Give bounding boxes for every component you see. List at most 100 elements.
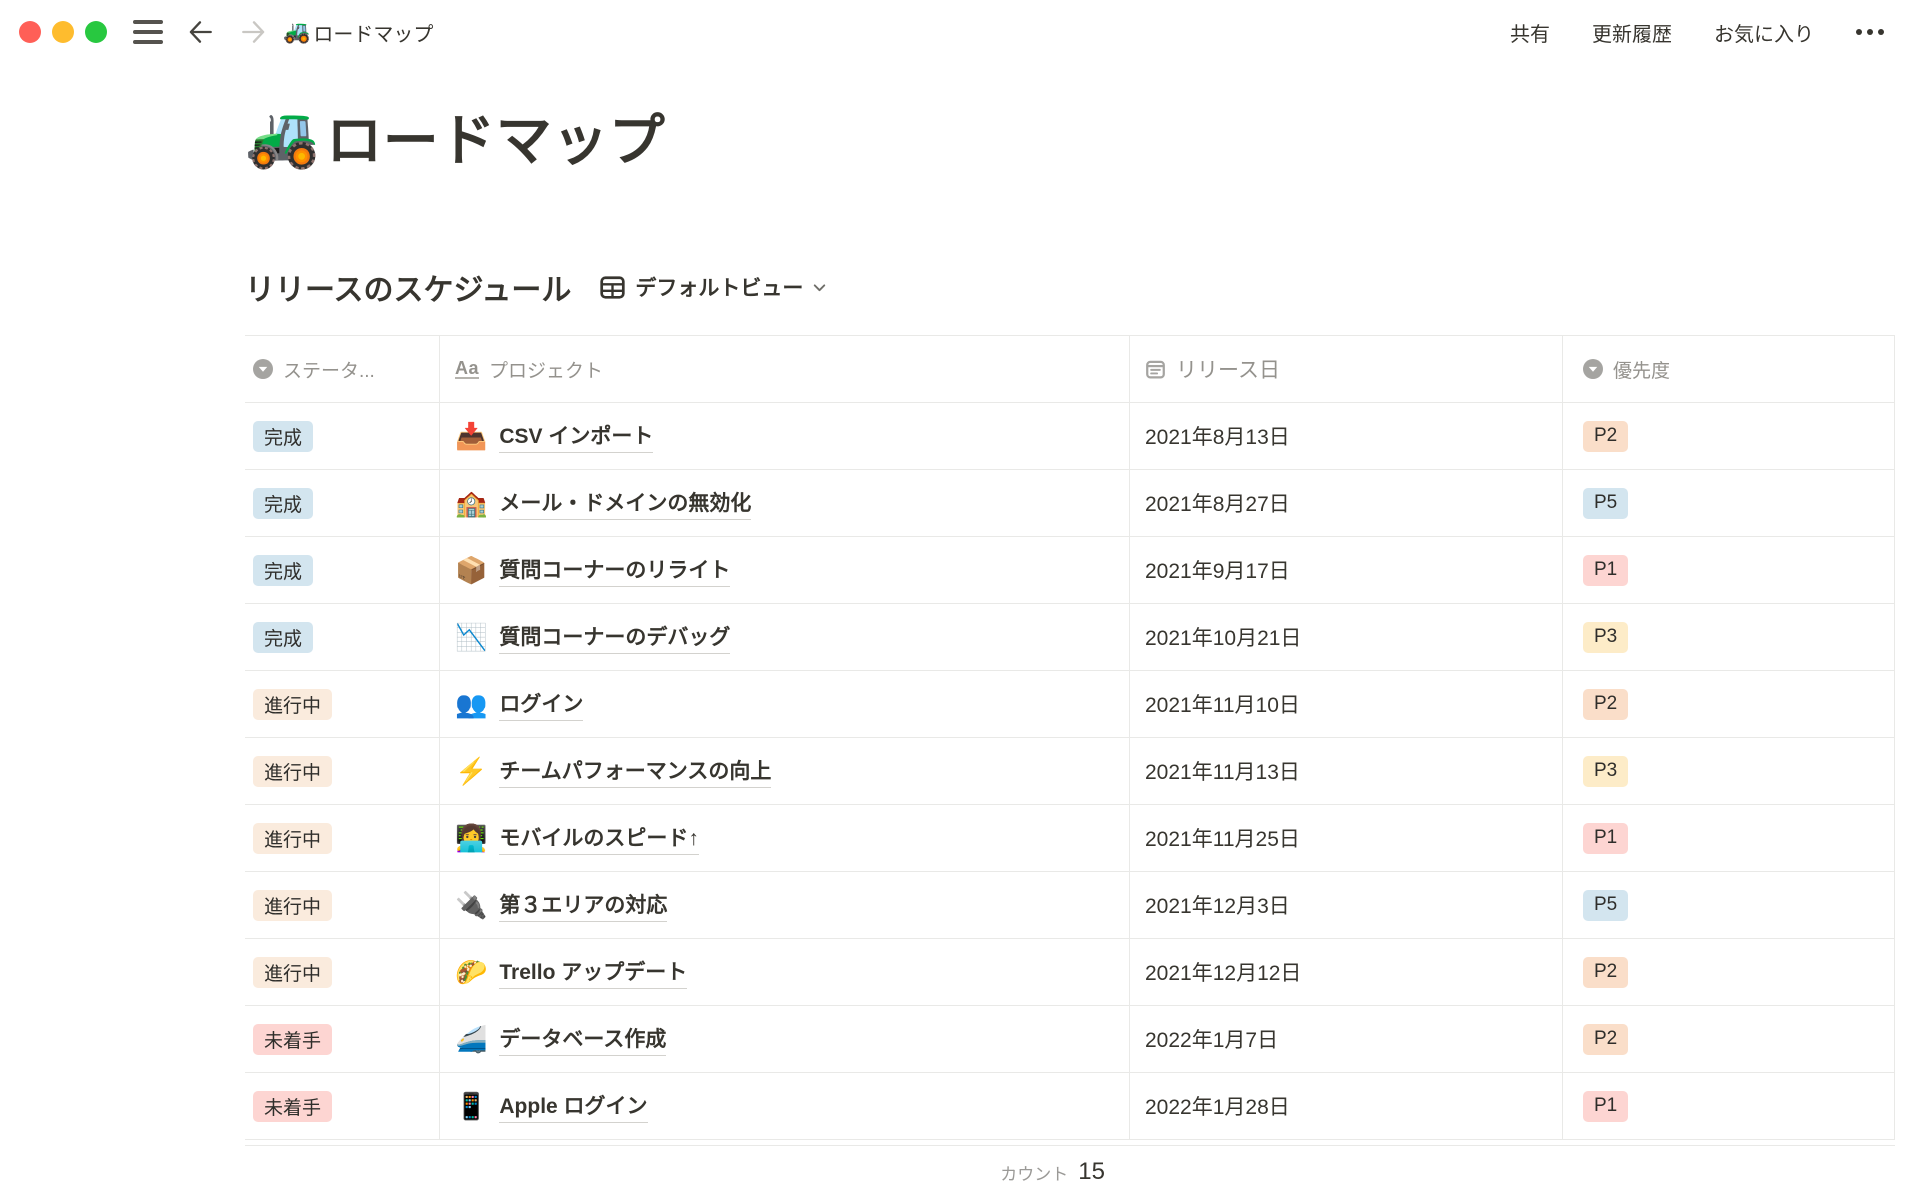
project-link[interactable]: Trello アップデート [499,956,687,989]
status-cell[interactable]: 未着手 [245,1073,440,1139]
project-link[interactable]: 質問コーナーのデバッグ [499,621,730,654]
back-arrow-icon[interactable] [183,15,217,49]
priority-tag[interactable]: P1 [1583,1091,1628,1122]
priority-tag[interactable]: P1 [1583,823,1628,854]
project-cell[interactable]: 📥CSV インポート [440,403,1130,469]
status-cell[interactable]: 完成 [245,537,440,603]
status-cell[interactable]: 未着手 [245,1006,440,1072]
release-date-cell[interactable]: 2021年8月13日 [1130,403,1563,469]
forward-arrow-icon[interactable] [237,15,271,49]
status-cell[interactable]: 進行中 [245,738,440,804]
column-header-release-date[interactable]: リリース日 [1130,336,1563,402]
project-cell[interactable]: ⚡チームパフォーマンスの向上 [440,738,1130,804]
priority-cell[interactable]: P3 [1563,738,1895,804]
column-header-priority[interactable]: 優先度 [1563,336,1895,402]
project-link[interactable]: チームパフォーマンスの向上 [499,755,771,788]
priority-tag[interactable]: P2 [1583,421,1628,452]
title-property-icon: Aa [455,359,479,380]
status-tag[interactable]: 進行中 [253,823,332,854]
release-date-cell[interactable]: 2021年10月21日 [1130,604,1563,670]
project-link[interactable]: Apple ログイン [499,1090,647,1123]
project-link[interactable]: ログイン [499,688,583,721]
project-cell[interactable]: 👩‍💻モバイルのスピード↑ [440,805,1130,871]
status-tag[interactable]: 完成 [253,622,313,653]
project-link[interactable]: モバイルのスピード↑ [499,822,699,855]
priority-tag[interactable]: P1 [1583,555,1628,586]
status-tag[interactable]: 未着手 [253,1091,332,1122]
priority-tag[interactable]: P5 [1583,488,1628,519]
favorite-button[interactable]: お気に入り [1714,18,1814,47]
priority-tag[interactable]: P2 [1583,957,1628,988]
page-emoji-icon[interactable]: 🚜 [245,107,320,167]
status-cell[interactable]: 進行中 [245,805,440,871]
release-date-cell[interactable]: 2021年11月13日 [1130,738,1563,804]
status-tag[interactable]: 進行中 [253,756,332,787]
release-date-cell[interactable]: 2021年11月25日 [1130,805,1563,871]
page-title-text[interactable]: ロードマップ [326,96,665,177]
priority-cell[interactable]: P1 [1563,537,1895,603]
project-link[interactable]: 質問コーナーのリライト [499,554,730,587]
project-link[interactable]: CSV インポート [499,420,653,453]
priority-tag[interactable]: P2 [1583,689,1628,720]
close-window-button[interactable] [19,21,41,43]
priority-cell[interactable]: P2 [1563,671,1895,737]
project-cell[interactable]: 📱Apple ログイン [440,1073,1130,1139]
status-tag[interactable]: 進行中 [253,689,332,720]
status-tag[interactable]: 完成 [253,421,313,452]
project-cell[interactable]: 🚄データベース作成 [440,1006,1130,1072]
priority-tag[interactable]: P2 [1583,1024,1628,1055]
priority-tag[interactable]: P3 [1583,622,1628,653]
status-cell[interactable]: 完成 [245,604,440,670]
release-date-cell[interactable]: 2021年12月3日 [1130,872,1563,938]
minimize-window-button[interactable] [52,21,74,43]
status-cell[interactable]: 進行中 [245,872,440,938]
more-options-icon[interactable] [1856,29,1884,35]
priority-cell[interactable]: P2 [1563,939,1895,1005]
database-title[interactable]: リリースのスケジュール [245,265,571,309]
status-cell[interactable]: 完成 [245,470,440,536]
release-date-cell[interactable]: 2021年12月12日 [1130,939,1563,1005]
priority-cell[interactable]: P2 [1563,403,1895,469]
project-cell[interactable]: 🌮Trello アップデート [440,939,1130,1005]
project-link[interactable]: メール・ドメインの無効化 [499,487,751,520]
project-link[interactable]: データベース作成 [499,1023,666,1056]
release-date-cell[interactable]: 2022年1月7日 [1130,1006,1563,1072]
priority-cell[interactable]: P5 [1563,872,1895,938]
project-link[interactable]: 第３エリアの対応 [499,889,667,922]
status-tag[interactable]: 進行中 [253,890,332,921]
priority-tag[interactable]: P3 [1583,756,1628,787]
project-cell[interactable]: 👥ログイン [440,671,1130,737]
status-cell[interactable]: 進行中 [245,939,440,1005]
project-cell[interactable]: 📦質問コーナーのリライト [440,537,1130,603]
status-cell[interactable]: 完成 [245,403,440,469]
column-header-project[interactable]: Aa プロジェクト [440,336,1130,402]
release-date-cell[interactable]: 2021年11月10日 [1130,671,1563,737]
count-calculation[interactable]: カウント 15 [440,1146,1130,1198]
status-tag[interactable]: 進行中 [253,957,332,988]
view-switcher[interactable]: デフォルトビュー [599,272,828,302]
release-date-cell[interactable]: 2021年8月27日 [1130,470,1563,536]
priority-cell[interactable]: P5 [1563,470,1895,536]
release-date-cell[interactable]: 2021年9月17日 [1130,537,1563,603]
share-button[interactable]: 共有 [1510,18,1550,47]
project-cell[interactable]: 📉質問コーナーのデバッグ [440,604,1130,670]
breadcrumb[interactable]: 🚜 ロードマップ [283,18,433,47]
priority-cell[interactable]: P1 [1563,805,1895,871]
zoom-window-button[interactable] [85,21,107,43]
updates-button[interactable]: 更新履歴 [1592,18,1672,47]
sidebar-menu-icon[interactable] [133,20,163,44]
table-footer: カウント 15 [245,1146,1895,1198]
table-row: 未着手 📱Apple ログイン2022年1月28日 P1 [245,1073,1895,1140]
priority-cell[interactable]: P3 [1563,604,1895,670]
status-tag[interactable]: 完成 [253,488,313,519]
status-tag[interactable]: 完成 [253,555,313,586]
column-header-status[interactable]: ステータ... [245,336,440,402]
status-tag[interactable]: 未着手 [253,1024,332,1055]
status-cell[interactable]: 進行中 [245,671,440,737]
release-date-cell[interactable]: 2022年1月28日 [1130,1073,1563,1139]
priority-tag[interactable]: P5 [1583,890,1628,921]
priority-cell[interactable]: P1 [1563,1073,1895,1139]
priority-cell[interactable]: P2 [1563,1006,1895,1072]
project-cell[interactable]: 🏫メール・ドメインの無効化 [440,470,1130,536]
project-cell[interactable]: 🔌第３エリアの対応 [440,872,1130,938]
